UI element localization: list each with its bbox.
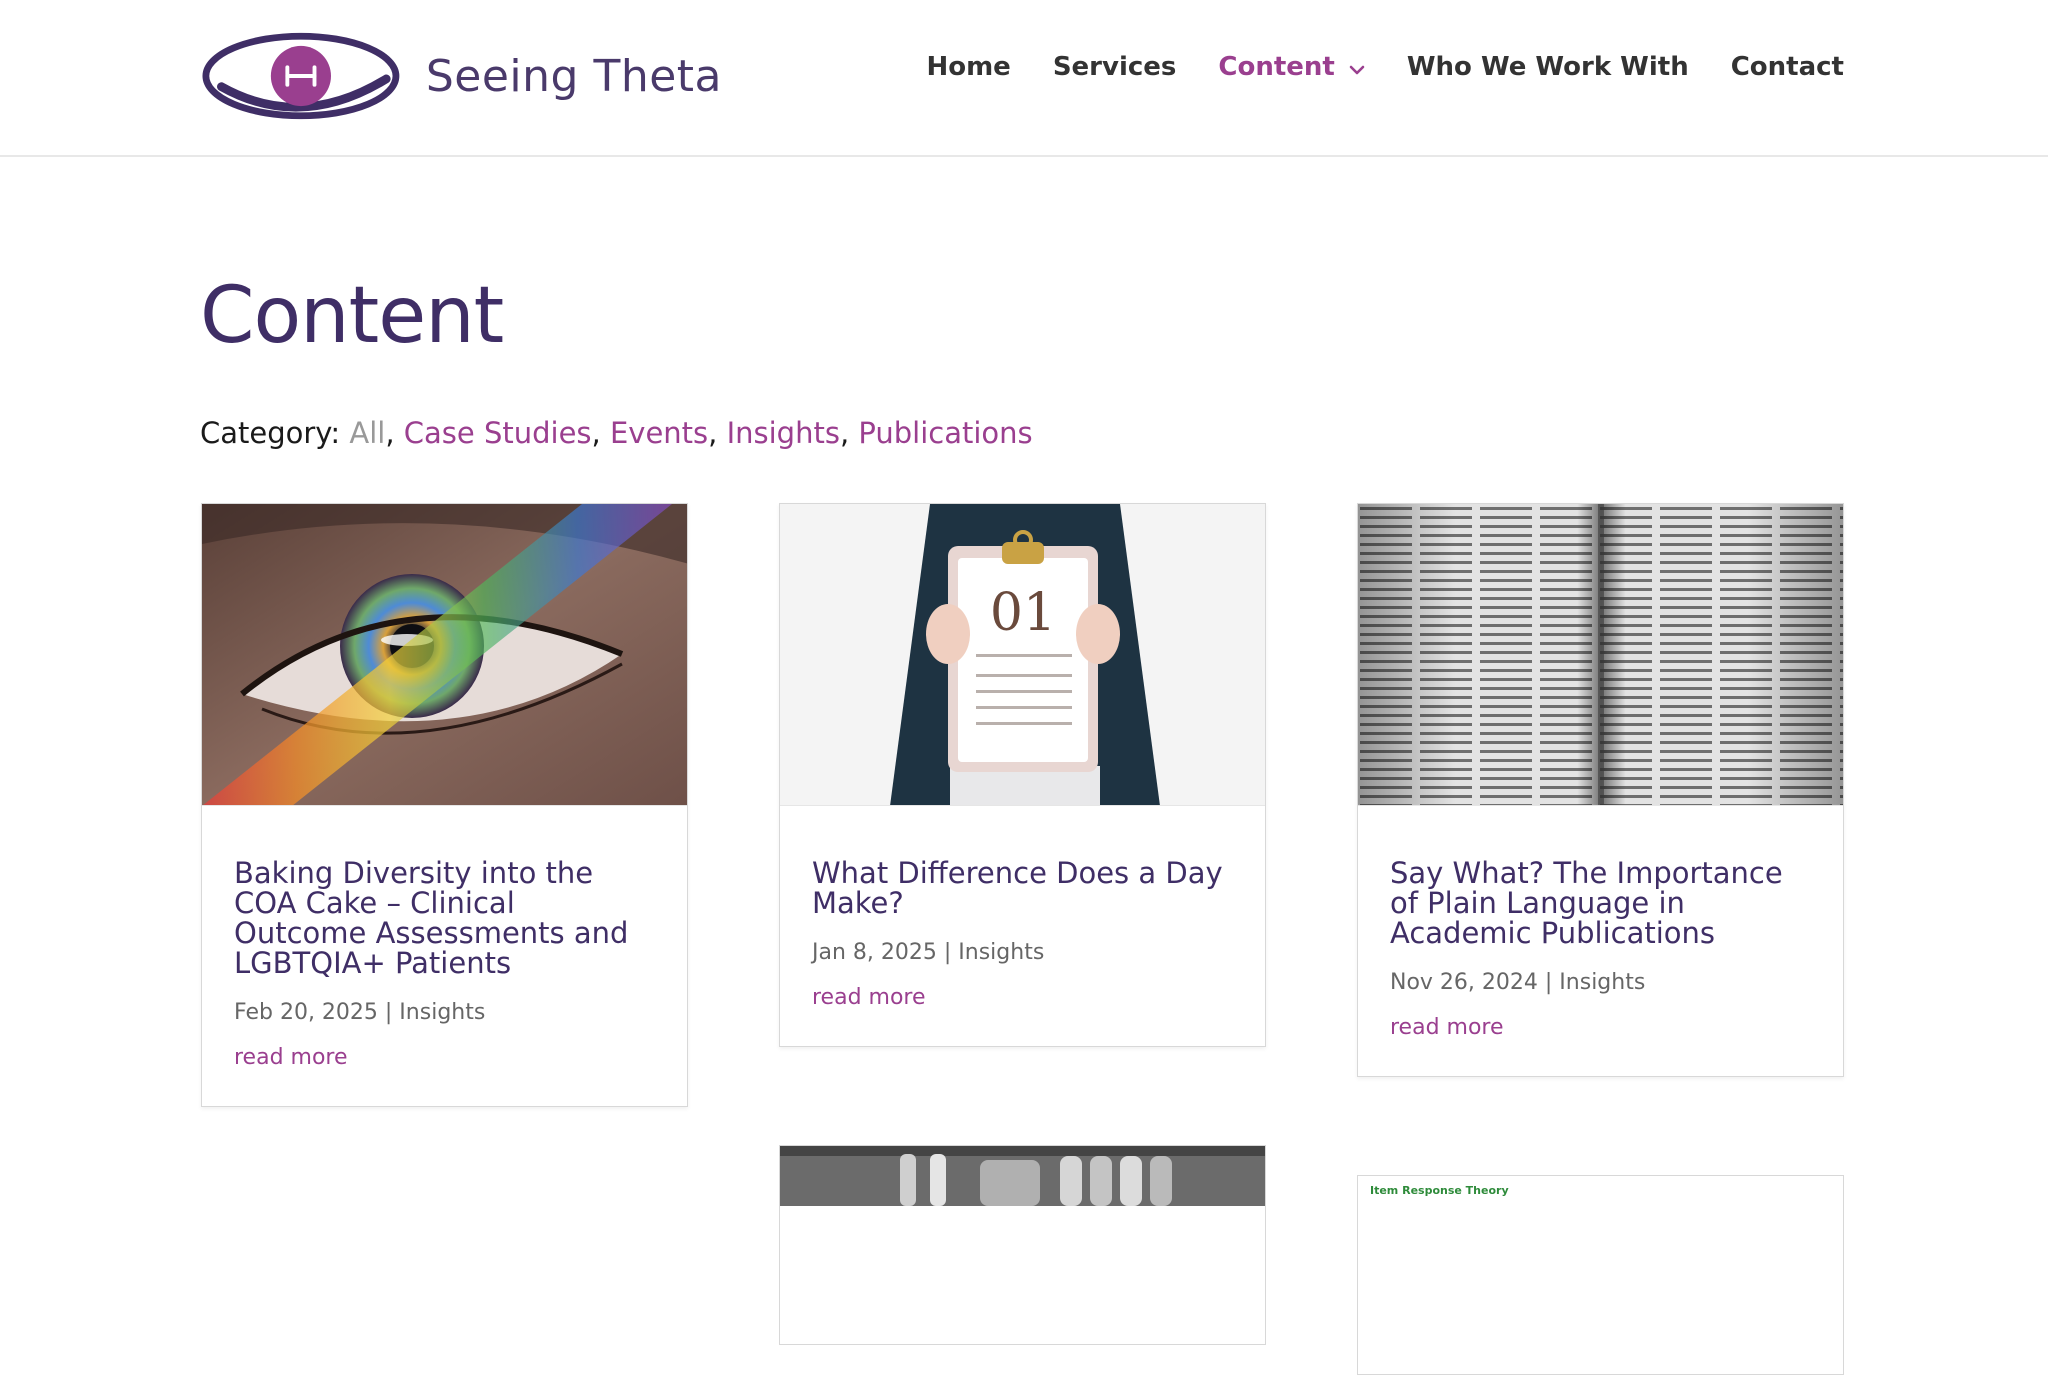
post-meta: Nov 26, 2024 | Insights bbox=[1390, 970, 1646, 995]
post-meta: Feb 20, 2025 | Insights bbox=[234, 1000, 486, 1025]
post-title[interactable]: What Difference Does a Day Make? bbox=[812, 858, 1233, 918]
rainbow-eye-image bbox=[202, 504, 687, 805]
category-all[interactable]: All bbox=[349, 416, 385, 450]
post-thumbnail-dictionary[interactable] bbox=[1358, 504, 1843, 806]
category-publications[interactable]: Publications bbox=[858, 416, 1032, 450]
post-thumbnail-calendar[interactable]: 01 bbox=[780, 504, 1265, 806]
laboratory-glassware-image bbox=[780, 1146, 1265, 1206]
slide-title-text: Item Response Theory bbox=[1370, 1184, 1509, 1197]
chevron-down-icon bbox=[1349, 52, 1365, 82]
read-more-link[interactable]: read more bbox=[1390, 1015, 1504, 1040]
post-thumbnail-rainbow-eye[interactable] bbox=[202, 504, 687, 806]
read-more-link[interactable]: read more bbox=[234, 1045, 348, 1070]
category-prefix: Category: bbox=[200, 416, 341, 450]
site-logo[interactable]: Seeing Theta bbox=[202, 26, 722, 126]
category-events[interactable]: Events bbox=[610, 416, 708, 450]
post-card-partial[interactable] bbox=[779, 1145, 1266, 1345]
nav-contact[interactable]: Contact bbox=[1731, 52, 1844, 82]
post-card: Baking Diversity into the COA Cake – Cli… bbox=[201, 503, 688, 1107]
page-title: Content bbox=[200, 271, 504, 361]
post-card-partial[interactable]: Item Response Theory bbox=[1357, 1175, 1844, 1375]
category-insights[interactable]: Insights bbox=[727, 416, 840, 450]
post-title[interactable]: Baking Diversity into the COA Cake – Cli… bbox=[234, 858, 655, 978]
nav-content-label: Content bbox=[1218, 52, 1335, 82]
post-meta: Jan 8, 2025 | Insights bbox=[812, 940, 1045, 965]
nav-who-we-work-with[interactable]: Who We Work With bbox=[1407, 52, 1689, 82]
eye-logo-icon bbox=[202, 32, 400, 120]
post-card: 01 What Difference Does a Day Make? Jan … bbox=[779, 503, 1266, 1047]
open-dictionary-image bbox=[1358, 504, 1843, 805]
category-case-studies[interactable]: Case Studies bbox=[404, 416, 592, 450]
post-title[interactable]: Say What? The Importance of Plain Langua… bbox=[1390, 858, 1811, 948]
site-name: Seeing Theta bbox=[425, 50, 722, 102]
read-more-link[interactable]: read more bbox=[812, 985, 926, 1010]
calendar-day-text: 01 bbox=[990, 583, 1056, 643]
calendar-clipboard-image: 01 bbox=[780, 504, 1265, 805]
post-card: Say What? The Importance of Plain Langua… bbox=[1357, 503, 1844, 1077]
category-filter: Category: All, Case Studies, Events, Ins… bbox=[200, 416, 1033, 450]
nav-home[interactable]: Home bbox=[926, 52, 1010, 82]
main-nav: Home Services Content Who We Work With C… bbox=[926, 52, 1844, 82]
nav-content[interactable]: Content bbox=[1218, 52, 1365, 82]
site-header: Seeing Theta Home Services Content Who W… bbox=[0, 0, 2048, 157]
nav-services[interactable]: Services bbox=[1053, 52, 1177, 82]
